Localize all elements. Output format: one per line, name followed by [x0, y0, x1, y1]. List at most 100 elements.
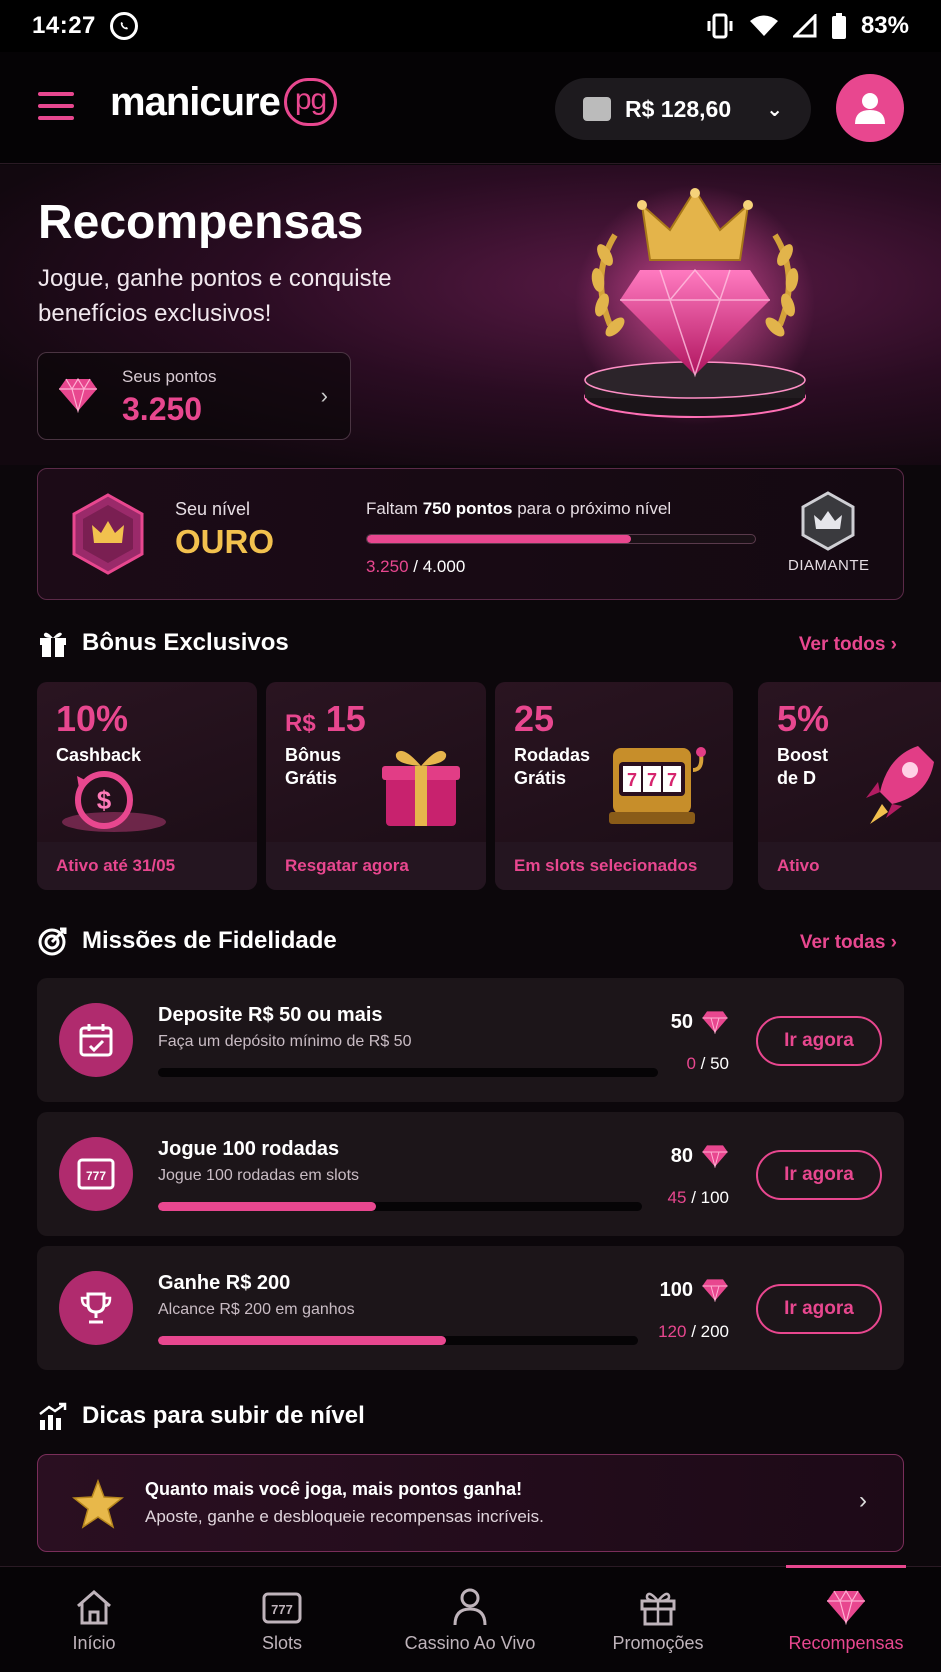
level-progress-bar	[366, 534, 756, 544]
gold-level-badge-icon	[72, 493, 144, 575]
level-name: OURO	[175, 523, 274, 560]
trophy-icon	[59, 1271, 133, 1345]
user-icon	[855, 93, 885, 124]
slot-machine-image: 7 7 7	[609, 747, 706, 824]
mission-progress-bar	[158, 1202, 642, 1211]
slot-machine-icon: 777	[59, 1137, 133, 1211]
wifi-icon	[749, 15, 778, 36]
bonus-card-free-spins[interactable]: 25 Rodadas Grátis 7 7 7 Em slots selecio…	[495, 682, 733, 890]
diamond-icon	[59, 377, 97, 413]
nav-home[interactable]: Início	[0, 1567, 188, 1672]
tips-section-header: Dicas para subir de nível	[38, 1402, 365, 1430]
chart-growth-icon	[39, 1402, 67, 1430]
crown-diamond-trophy-image	[575, 185, 815, 425]
bonus-card-boost[interactable]: 5% Boost de D Ativo	[758, 682, 941, 890]
svg-text:7: 7	[667, 770, 677, 790]
gift-box-image	[382, 750, 460, 826]
nav-slots[interactable]: 777 Slots	[188, 1567, 376, 1672]
tips-section-title: Dicas para subir de nível	[82, 1402, 365, 1429]
battery-icon	[831, 13, 846, 39]
profile-avatar-button[interactable]	[836, 74, 904, 142]
logo[interactable]: manicure pg	[110, 78, 338, 126]
wallet-icon	[583, 97, 611, 121]
points-summary-card[interactable]: Seus pontos 3.250 ›	[37, 352, 351, 440]
gift-icon	[40, 632, 66, 657]
level-progress-card: Seu nível OURO Faltam 750 pontos para o …	[37, 468, 904, 600]
mission-description: Alcance R$ 200 em ganhos	[158, 1301, 355, 1318]
diamond-level-badge-icon	[801, 491, 855, 551]
logo-text: manicure	[110, 79, 281, 124]
level-progress-value: 3.250 / 4.000	[366, 557, 466, 576]
status-bar: 14:27 83%	[0, 0, 941, 52]
home-icon	[77, 1590, 111, 1625]
target-icon	[38, 927, 67, 956]
menu-icon[interactable]	[38, 92, 74, 120]
mission-progress-bar	[158, 1068, 658, 1077]
status-time: 14:27	[32, 12, 96, 39]
mission-reward: 50	[671, 1010, 729, 1034]
bonus-card-cashback[interactable]: 10% Cashback $ Ativo até 31/05	[37, 682, 257, 890]
svg-text:$: $	[97, 785, 112, 815]
diamond-icon	[827, 1589, 865, 1625]
bottom-navigation: Início 777 Slots Cassino Ao Vivo Promoçõ…	[0, 1565, 941, 1672]
app-header: manicure pg R$ 128,60 ⌄	[0, 52, 941, 164]
nav-rewards[interactable]: Recompensas	[752, 1565, 940, 1672]
missions-section-header: Missões de Fidelidade	[38, 926, 337, 956]
mission-description: Jogue 100 rodadas em slots	[158, 1167, 360, 1184]
diamond-icon	[702, 1145, 728, 1168]
diamond-icon	[702, 1011, 728, 1034]
go-now-button[interactable]: Ir agora	[756, 1284, 882, 1334]
missions-section-title: Missões de Fidelidade	[82, 927, 337, 954]
points-value: 3.250	[122, 391, 203, 427]
mission-title: Ganhe R$ 200	[158, 1272, 291, 1294]
cashback-icon: $	[62, 771, 166, 832]
balance-value: R$ 128,60	[625, 95, 732, 122]
rewards-hero: Recompensas Jogue, ganhe pontos e conqui…	[0, 165, 941, 465]
gift-icon	[640, 1592, 676, 1626]
mission-card-deposit: Deposite R$ 50 ou mais Faça um depósito …	[37, 978, 904, 1102]
vibrate-icon	[707, 13, 733, 39]
calendar-check-icon	[59, 1003, 133, 1077]
svg-text:777: 777	[271, 1602, 293, 1617]
mission-progress-bar	[158, 1336, 638, 1345]
whatsapp-icon	[109, 12, 138, 40]
star-icon	[72, 1479, 124, 1529]
go-now-button[interactable]: Ir agora	[756, 1016, 882, 1066]
wallet-balance-button[interactable]: R$ 128,60 ⌄	[555, 78, 811, 140]
nav-live-casino[interactable]: Cassino Ao Vivo	[376, 1567, 564, 1672]
page-subtitle: Jogue, ganhe pontos e conquiste benefíci…	[38, 265, 392, 327]
tip-headline: Quanto mais você joga, mais pontos ganha…	[145, 1479, 523, 1499]
svg-text:7: 7	[627, 770, 637, 790]
mission-card-spins: 777 Jogue 100 rodadas Jogue 100 rodadas …	[37, 1112, 904, 1236]
mission-progress-value: 0 / 50	[686, 1054, 729, 1073]
tip-description: Aposte, ganhe e desbloqueie recompensas …	[145, 1507, 544, 1526]
nav-promotions[interactable]: Promoções	[564, 1567, 752, 1672]
diamond-icon	[702, 1279, 728, 1302]
mission-progress-value: 120 / 200	[658, 1322, 729, 1341]
points-missing-text: Faltam 750 pontos para o próximo nível	[366, 499, 672, 518]
mission-title: Jogue 100 rodadas	[158, 1138, 340, 1160]
mission-card-winnings: Ganhe R$ 200 Alcance R$ 200 em ganhos 10…	[37, 1246, 904, 1370]
level-up-tip-card[interactable]: Quanto mais você joga, mais pontos ganha…	[37, 1454, 904, 1552]
slot-machine-icon: 777	[262, 1592, 302, 1624]
mission-title: Deposite R$ 50 ou mais	[158, 1004, 383, 1026]
level-label: Seu nível	[175, 499, 251, 519]
go-now-button[interactable]: Ir agora	[756, 1150, 882, 1200]
svg-text:777: 777	[86, 1169, 106, 1183]
signal-icon	[792, 14, 817, 38]
bonus-section-header: Bônus Exclusivos	[38, 628, 289, 658]
battery-level: 83%	[860, 12, 909, 39]
points-label: Seus pontos	[122, 367, 217, 386]
mission-reward: 100	[660, 1278, 729, 1302]
chevron-right-icon: ›	[320, 383, 328, 408]
bonus-section-title: Bônus Exclusivos	[82, 629, 289, 656]
status-icons: 83%	[705, 12, 909, 40]
bonus-carousel[interactable]: 10% Cashback $ Ativo até 31/05 R$ 15 Bôn…	[37, 682, 941, 892]
bonus-card-free-bonus[interactable]: R$ 15 Bônus Grátis Resgatar agora	[266, 682, 486, 890]
rocket-image	[866, 746, 934, 824]
logo-badge: pg	[283, 78, 338, 126]
mission-progress-value: 45 / 100	[667, 1188, 729, 1207]
see-all-bonuses-link[interactable]: Ver todos ›	[799, 634, 897, 656]
chevron-down-icon: ⌄	[766, 98, 783, 121]
see-all-missions-link[interactable]: Ver todas ›	[800, 932, 897, 954]
